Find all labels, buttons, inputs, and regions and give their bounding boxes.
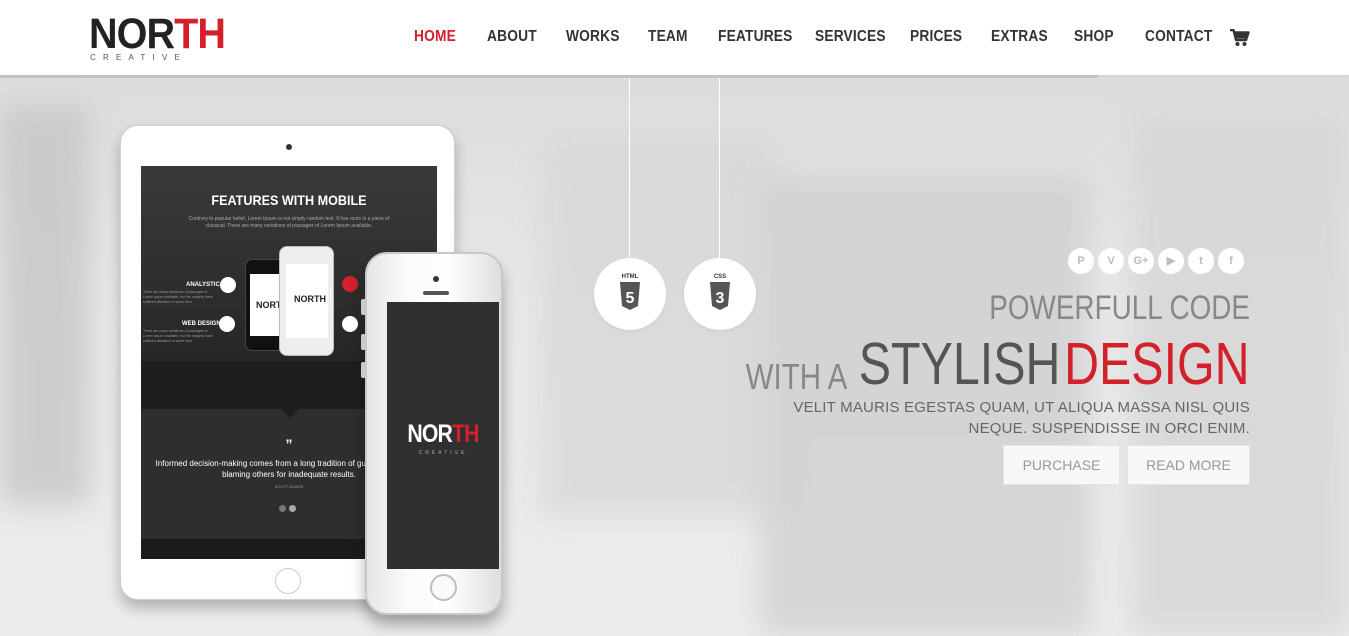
tablet-notch: [281, 409, 299, 418]
nav-item-prices[interactable]: PRICES: [910, 28, 962, 46]
shopping-cart-icon[interactable]: [1230, 28, 1250, 47]
google-plus-icon[interactable]: G+: [1128, 248, 1154, 274]
tablet-subtitle: Contrary to popular belief, Lorem Ipsum …: [188, 216, 390, 229]
tablet-feature-desc: There are many variations of passages of…: [143, 329, 213, 343]
nav-item-home[interactable]: HOME: [414, 28, 456, 46]
webdesign-icon: [219, 316, 235, 332]
nav-item-extras[interactable]: EXTRAS: [991, 28, 1048, 46]
purchase-button[interactable]: PURCHASE: [1003, 445, 1120, 485]
nav-item-about[interactable]: ABOUT: [487, 28, 537, 46]
css3-icon: 3: [710, 282, 730, 310]
nav-item-features[interactable]: FEATURES: [718, 28, 793, 46]
phone-camera: [433, 276, 439, 282]
badge-string: [719, 78, 720, 263]
badge-string: [629, 78, 630, 263]
phone-speaker: [423, 291, 449, 295]
tablet-mini-logo: NORTH: [294, 294, 326, 304]
tablet-mini-phone-screen: NORTH: [286, 264, 328, 338]
nav-item-shop[interactable]: SHOP: [1074, 28, 1114, 46]
twitter-icon[interactable]: t: [1188, 248, 1214, 274]
hero-heading-accent: DESIGN: [1064, 331, 1250, 397]
site-header: NORTH CREATIVE HOME ABOUT WORKS TEAM FEA…: [0, 0, 1349, 75]
slider-dot: [289, 505, 296, 512]
tablet-mini-phone-light: NORTH: [279, 246, 334, 356]
camera-icon: [342, 316, 358, 332]
nav-item-team[interactable]: TEAM: [648, 28, 688, 46]
logo-wordmark: NORTH: [89, 10, 226, 58]
tablet-slider-dots: [279, 499, 303, 512]
vimeo-icon[interactable]: V: [1098, 248, 1124, 274]
tablet-home-button: [275, 568, 301, 594]
logo-text-red: TH: [174, 10, 226, 58]
hero-heading-line1: POWERFULL CODE: [989, 289, 1250, 327]
analytic-icon: [220, 277, 236, 293]
tablet-feature-analystic: ANALYSTIC: [186, 282, 220, 288]
phone-logo-tagline: CREATIVE: [418, 450, 468, 456]
html5-badge-label: HTML: [621, 274, 639, 280]
phone-home-button: [430, 574, 457, 601]
slider-dot: [279, 505, 286, 512]
cursor-icon: [342, 276, 358, 292]
phone-side-button: [361, 334, 366, 350]
phone-logo: NORTH: [395, 420, 490, 449]
phone-logo-text: NOR: [407, 420, 453, 448]
css3-badge-label: CSS: [713, 274, 727, 280]
nav-item-contact[interactable]: CONTACT: [1145, 28, 1212, 46]
hero-description: VELIT MAURIS EGESTAS QUAM, UT ALIQUA MAS…: [793, 399, 1250, 437]
pinterest-icon[interactable]: P: [1068, 248, 1094, 274]
tablet-feature-desc: There are many variations of passages of…: [143, 290, 213, 304]
phone-screen: NORTH CREATIVE: [387, 302, 499, 569]
tablet-title: FEATURES WITH MOBILE: [211, 192, 367, 208]
facebook-icon[interactable]: f: [1218, 248, 1244, 274]
phone-logo-text-red: TH: [452, 420, 479, 448]
background-blur-shape: [0, 105, 90, 505]
svg-text:5: 5: [626, 290, 635, 307]
hero-heading-main: STYLISH: [859, 331, 1061, 397]
background-blur-shape: [540, 135, 780, 515]
phone-mockup: NORTH CREATIVE: [361, 252, 503, 615]
logo-tagline: CREATIVE: [90, 53, 188, 62]
logo-text-dark: NOR: [89, 10, 175, 58]
svg-text:3: 3: [716, 290, 725, 307]
html5-badge: HTML 5: [594, 258, 666, 330]
css3-badge: CSS 3: [684, 258, 756, 330]
phone-side-button: [361, 362, 366, 378]
hero-heading-line2: WITH A STYLISH DESIGN: [746, 330, 1250, 398]
logo[interactable]: NORTH CREATIVE: [89, 10, 226, 64]
read-more-button[interactable]: READ MORE: [1127, 445, 1250, 485]
tablet-feature-webdesign: WEB DESIGN: [182, 321, 221, 327]
youtube-icon[interactable]: ▶: [1158, 248, 1184, 274]
phone-side-button: [361, 299, 366, 315]
nav-item-works[interactable]: WORKS: [566, 28, 620, 46]
tablet-camera: [286, 144, 292, 150]
html5-icon: 5: [620, 282, 640, 310]
hero-heading-prefix: WITH A: [746, 356, 848, 397]
header-underline: [0, 75, 1098, 78]
nav-item-services[interactable]: SERVICES: [815, 28, 886, 46]
